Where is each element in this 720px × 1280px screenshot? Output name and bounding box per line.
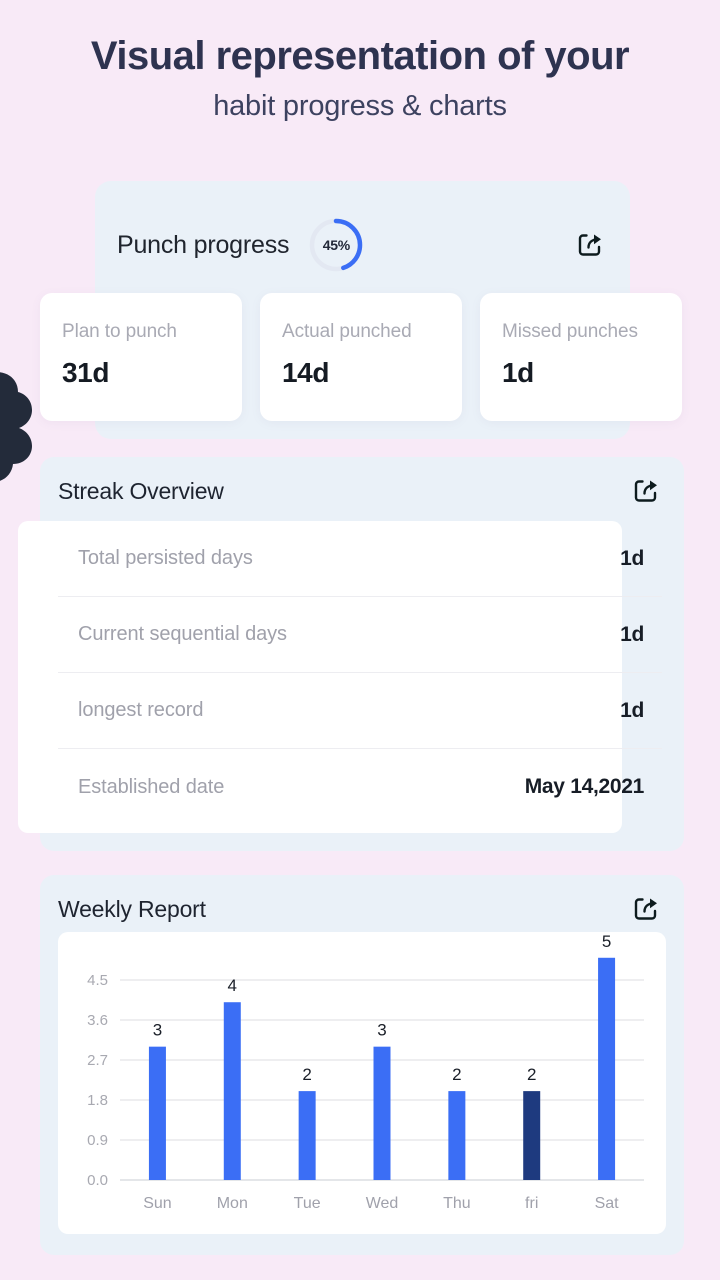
stat-card-plan: Plan to punch 31d bbox=[40, 293, 242, 421]
bar-value-label: 3 bbox=[377, 1021, 386, 1040]
bar bbox=[298, 1091, 316, 1180]
y-tick-label: 4.5 bbox=[87, 972, 108, 989]
x-tick-label: Tue bbox=[294, 1195, 321, 1212]
bar-value-label: 2 bbox=[452, 1065, 461, 1084]
streak-row: longest record 1d bbox=[58, 673, 662, 749]
streak-row-value: 1d bbox=[620, 698, 644, 722]
x-tick-label: Wed bbox=[366, 1195, 399, 1212]
stat-value: 1d bbox=[502, 357, 534, 388]
bar bbox=[148, 1046, 166, 1180]
stat-label: Plan to punch bbox=[62, 321, 177, 342]
punch-progress-percent: 45% bbox=[322, 237, 350, 253]
streak-overview-title: Streak Overview bbox=[58, 477, 224, 504]
bar-value-label: 4 bbox=[228, 976, 237, 995]
y-tick-label: 3.6 bbox=[87, 1012, 108, 1029]
y-tick-label: 1.8 bbox=[87, 1092, 108, 1109]
weekly-report-card: Weekly Report 0.0 0.9 1.8 2.7 3.6 4.5 3 Sun 4 Mon… bbox=[40, 875, 684, 1255]
x-tick-label: fri bbox=[525, 1195, 538, 1212]
stat-label: Missed punches bbox=[502, 321, 638, 342]
streak-row: Established date May 14,2021 bbox=[58, 749, 662, 825]
streak-overview-header: Streak Overview bbox=[40, 457, 684, 525]
stat-value: 14d bbox=[282, 357, 330, 388]
x-tick-label: Sun bbox=[143, 1195, 171, 1212]
stat-value: 31d bbox=[62, 357, 110, 388]
stat-card-missed: Missed punches 1d bbox=[480, 293, 682, 421]
x-tick-label: Thu bbox=[443, 1195, 471, 1212]
share-icon[interactable] bbox=[628, 891, 664, 927]
app-screen: Visual representation of your habit prog… bbox=[0, 0, 720, 1280]
streak-row: Total persisted days 1d bbox=[58, 521, 662, 597]
bar bbox=[373, 1046, 391, 1180]
bar-value-label: 2 bbox=[302, 1065, 311, 1084]
share-icon[interactable] bbox=[572, 227, 608, 263]
stat-card-actual: Actual punched 14d bbox=[260, 293, 462, 421]
page-heading: Visual representation of your habit prog… bbox=[0, 32, 720, 123]
page-title: Visual representation of your bbox=[90, 34, 630, 78]
bar bbox=[448, 1091, 466, 1180]
weekly-bar-chart: 0.0 0.9 1.8 2.7 3.6 4.5 3 Sun 4 Mon 2 Tue 3 Wed 2 Thu 2 f… bbox=[58, 932, 666, 1234]
streak-row-label: longest record bbox=[78, 699, 204, 721]
punch-progress-label: Punch progress bbox=[117, 230, 290, 259]
bar bbox=[223, 1002, 241, 1180]
punch-progress-header: Punch progress 45% bbox=[117, 209, 608, 281]
streak-row-value: 1d bbox=[620, 622, 644, 646]
y-tick-label: 0.0 bbox=[87, 1172, 108, 1189]
bar-value-label: 2 bbox=[527, 1065, 536, 1084]
x-tick-label: Mon bbox=[217, 1195, 248, 1212]
streak-row: Current sequential days 1d bbox=[58, 597, 662, 673]
y-tick-label: 2.7 bbox=[87, 1052, 108, 1069]
x-tick-label: Sat bbox=[595, 1195, 620, 1212]
streak-row-label: Current sequential days bbox=[78, 623, 287, 645]
streak-overview-list: Total persisted days 1d Current sequenti… bbox=[58, 521, 662, 825]
page-subtitle: habit progress & charts bbox=[213, 90, 507, 122]
stat-label: Actual punched bbox=[282, 321, 412, 342]
bar-chart-svg: 0.0 0.9 1.8 2.7 3.6 4.5 3 Sun 4 Mon 2 Tue 3 Wed 2 Thu 2 f… bbox=[87, 932, 644, 1212]
bar bbox=[523, 1091, 541, 1180]
bar-value-label: 5 bbox=[602, 932, 611, 951]
y-tick-label: 0.9 bbox=[87, 1132, 108, 1149]
cloud-decoration bbox=[0, 368, 44, 488]
streak-row-value: 1d bbox=[620, 546, 644, 570]
weekly-report-title: Weekly Report bbox=[58, 895, 206, 922]
streak-row-value: May 14,2021 bbox=[524, 775, 645, 798]
bar bbox=[598, 957, 616, 1180]
bar-value-label: 3 bbox=[153, 1021, 162, 1040]
punch-stats-row: Plan to punch 31d Actual punched 14d Mis… bbox=[40, 293, 682, 421]
punch-progress-ring: 45% bbox=[307, 216, 365, 274]
share-icon[interactable] bbox=[628, 473, 664, 509]
streak-row-label: Established date bbox=[78, 775, 225, 798]
streak-row-label: Total persisted days bbox=[78, 547, 253, 569]
